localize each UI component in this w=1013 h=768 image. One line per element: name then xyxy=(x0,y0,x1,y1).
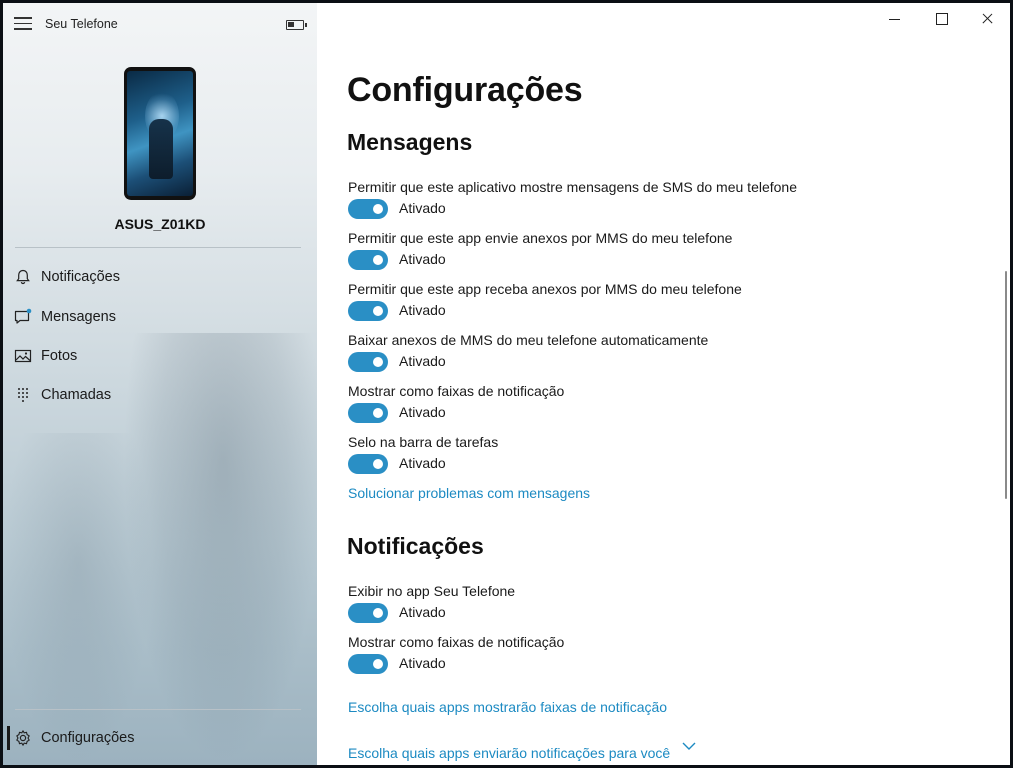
setting-label: Exibir no app Seu Telefone xyxy=(348,583,516,599)
toggle-switch[interactable] xyxy=(348,301,388,321)
window-controls xyxy=(872,3,1010,35)
toggle-state: Ativado xyxy=(399,455,446,471)
chat-icon xyxy=(14,308,32,324)
setting-mms-send: Permitir que este app envie anexos por M… xyxy=(348,230,968,280)
sidebar-item-label: Mensagens xyxy=(41,309,116,325)
close-button[interactable] xyxy=(964,3,1010,35)
toggle-state: Ativado xyxy=(399,200,446,216)
toggle-state: Ativado xyxy=(399,604,446,620)
setting-label: Permitir que este aplicativo mostre mens… xyxy=(348,179,798,195)
phone-image xyxy=(124,67,196,200)
divider xyxy=(15,709,301,710)
gear-icon xyxy=(16,730,30,746)
toggle-state: Ativado xyxy=(399,251,446,267)
background-figure xyxy=(3,433,153,763)
divider xyxy=(15,247,301,248)
setting-mms-receive: Permitir que este app receba anexos por … xyxy=(348,281,968,331)
sidebar-item-label: Configurações xyxy=(41,730,135,746)
sidebar-item-calls[interactable]: Chamadas xyxy=(3,377,317,413)
setting-label: Mostrar como faixas de notificação xyxy=(348,383,565,399)
minimize-button[interactable] xyxy=(872,3,918,35)
sidebar-item-label: Chamadas xyxy=(41,387,112,403)
dialpad-icon xyxy=(18,388,28,402)
setting-label: Permitir que este app receba anexos por … xyxy=(348,281,742,297)
toggle-switch[interactable] xyxy=(348,454,388,474)
choose-banner-apps-link[interactable]: Escolha quais apps mostrarão faixas de n… xyxy=(348,699,667,715)
section-title-notifications: Notificações xyxy=(347,533,484,559)
toggle-switch[interactable] xyxy=(348,250,388,270)
app-title: Seu Telefone xyxy=(45,17,118,31)
setting-label: Baixar anexos de MMS do meu telefone aut… xyxy=(348,332,709,348)
settings-panel: Configurações Mensagens Permitir que est… xyxy=(317,3,1010,765)
active-indicator xyxy=(7,726,10,750)
page-title: Configurações xyxy=(347,71,583,109)
troubleshoot-messages-link[interactable]: Solucionar problemas com mensagens xyxy=(348,485,590,501)
setting-label: Permitir que este app envie anexos por M… xyxy=(348,230,733,246)
chevron-down-icon[interactable] xyxy=(681,740,697,752)
toggle-switch[interactable] xyxy=(348,403,388,423)
setting-mms-autodownload: Baixar anexos de MMS do meu telefone aut… xyxy=(348,332,968,382)
sidebar-item-label: Fotos xyxy=(41,348,78,364)
sidebar: Seu Telefone ASUS_Z01KD Notificações Men… xyxy=(3,3,317,765)
sidebar-item-messages[interactable]: Mensagens xyxy=(3,299,317,335)
image-icon xyxy=(14,349,32,363)
setting-label: Selo na barra de tarefas xyxy=(348,434,499,450)
toggle-state: Ativado xyxy=(399,302,446,318)
sidebar-item-photos[interactable]: Fotos xyxy=(3,338,317,374)
toggle-state: Ativado xyxy=(399,655,446,671)
sidebar-item-notifications[interactable]: Notificações xyxy=(3,259,317,295)
setting-msg-banners: Mostrar como faixas de notificação Ativa… xyxy=(348,383,968,433)
phone-wallpaper xyxy=(127,71,193,196)
sidebar-item-settings[interactable]: Configurações xyxy=(3,720,317,756)
maximize-button[interactable] xyxy=(918,3,964,35)
toggle-state: Ativado xyxy=(399,404,446,420)
battery-icon xyxy=(286,20,307,30)
choose-notify-apps-link[interactable]: Escolha quais apps enviarão notificações… xyxy=(348,745,670,761)
setting-sms: Permitir que este aplicativo mostre mens… xyxy=(348,179,968,229)
bell-icon xyxy=(16,269,30,285)
scrollbar[interactable] xyxy=(1005,271,1007,499)
toggle-state: Ativado xyxy=(399,353,446,369)
setting-show-in-app: Exibir no app Seu Telefone Ativado xyxy=(348,583,968,633)
toggle-switch[interactable] xyxy=(348,352,388,372)
toggle-switch[interactable] xyxy=(348,199,388,219)
hamburger-icon[interactable] xyxy=(14,17,32,31)
sidebar-item-label: Notificações xyxy=(41,269,120,285)
app-window: Seu Telefone ASUS_Z01KD Notificações Men… xyxy=(3,3,1010,765)
device-name: ASUS_Z01KD xyxy=(114,216,206,232)
setting-notif-banners: Mostrar como faixas de notificação Ativa… xyxy=(348,634,968,684)
setting-taskbar-badge: Selo na barra de tarefas Ativado xyxy=(348,434,968,484)
toggle-switch[interactable] xyxy=(348,603,388,623)
toggle-switch[interactable] xyxy=(348,654,388,674)
section-title-messages: Mensagens xyxy=(347,129,473,155)
setting-label: Mostrar como faixas de notificação xyxy=(348,634,565,650)
